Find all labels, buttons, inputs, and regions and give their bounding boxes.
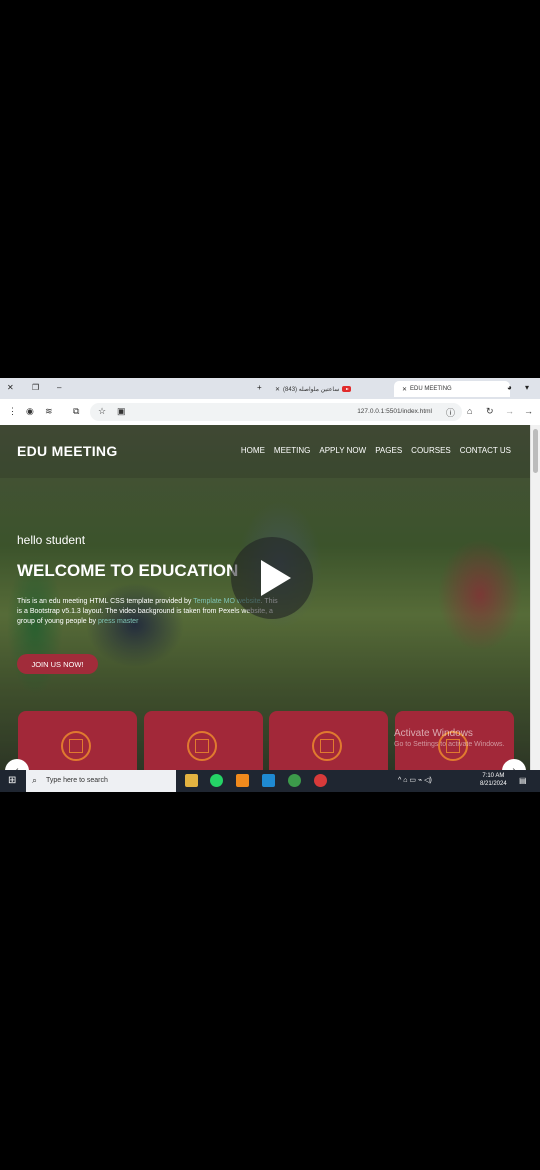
nav-contact-us[interactable]: CONTACT US — [460, 446, 511, 455]
vlc-icon[interactable] — [236, 774, 249, 787]
nav-pages[interactable]: PAGES — [375, 446, 402, 455]
windows-taskbar: ⊞ ⌕ Type here to search ^ ⌂ ▭ ⌁ ◁) 7:10 … — [0, 770, 540, 792]
service-card[interactable] — [144, 711, 263, 770]
extensions-icon[interactable]: ≋ — [45, 406, 53, 417]
taskbar-clock[interactable]: 7:10 AM 8/21/2024 — [480, 772, 507, 788]
greeting-text: hello student — [17, 533, 86, 547]
search-icon: ⌕ — [32, 775, 38, 785]
tab-edu-meeting[interactable]: ✕ EDU MEETING — [394, 381, 510, 397]
page-scrollbar[interactable] — [530, 425, 540, 770]
taskbar-search-box[interactable]: ⌕ Type here to search — [26, 770, 176, 792]
join-us-button[interactable]: JOIN US NOW! — [17, 654, 98, 674]
new-tab-icon[interactable]: + — [257, 383, 262, 392]
cast-icon[interactable]: ▣ — [117, 406, 126, 417]
search-placeholder: Type here to search — [46, 777, 108, 784]
service-icon — [61, 731, 91, 761]
nav-apply-now[interactable]: APPLY NOW — [319, 446, 366, 455]
browser-window: ✕ ❐ – + ✕ (843) ساعتين ملواصله ✕ EDU MEE… — [0, 378, 540, 792]
press-master-link[interactable]: press master — [98, 618, 138, 625]
video-play-icon[interactable] — [231, 537, 313, 619]
service-icon — [187, 731, 217, 761]
tab-youtube[interactable]: ✕ (843) ساعتين ملواصله — [275, 381, 352, 397]
system-tray-icons[interactable]: ^ ⌂ ▭ ⌁ ◁) — [398, 776, 432, 784]
nav-meeting[interactable]: MEETING — [274, 446, 310, 455]
site-info-icon[interactable]: ⓘ — [446, 406, 455, 419]
omnibox[interactable]: ☆ ▣ 127.0.0.1:5501/index.html ⓘ — [90, 403, 462, 421]
desc-text: This is an edu meeting HTML CSS template… — [17, 598, 194, 605]
service-card[interactable] — [269, 711, 388, 770]
chrome-icon[interactable] — [288, 774, 301, 787]
restore-window-icon[interactable]: ❐ — [32, 383, 39, 392]
site-logo[interactable]: EDU MEETING — [17, 443, 118, 459]
main-nav: HOME MEETING APPLY NOW PAGES COURSES CON… — [241, 446, 511, 455]
whatsapp-icon[interactable] — [210, 774, 223, 787]
activate-windows-subtitle: Go to Settings to activate Windows. — [394, 741, 505, 748]
globe-icon: ◕ — [507, 383, 512, 392]
youtube-icon — [342, 386, 352, 392]
web-page: EDU MEETING HOME MEETING APPLY NOW PAGES… — [0, 425, 531, 770]
tab-label: (843) ساعتين ملواصله — [283, 386, 340, 393]
tab-close-icon[interactable]: ✕ — [402, 386, 407, 393]
notification-icon[interactable]: ▤ — [519, 776, 527, 785]
minimize-window-icon[interactable]: – — [57, 383, 61, 392]
url-text: 127.0.0.1:5501/index.html — [357, 408, 432, 415]
close-window-icon[interactable]: ✕ — [7, 383, 14, 392]
tab-label: EDU MEETING — [410, 386, 452, 392]
app-icon[interactable] — [314, 774, 327, 787]
file-explorer-icon[interactable] — [185, 774, 198, 787]
vscode-icon[interactable] — [262, 774, 275, 787]
clock-date: 8/21/2024 — [480, 781, 507, 787]
hero-headline: WELCOME TO EDUCATION — [17, 561, 239, 580]
profile-icon[interactable]: ◉ — [26, 406, 34, 417]
tab-bar: ✕ ❐ – + ✕ (843) ساعتين ملواصله ✕ EDU MEE… — [0, 378, 540, 399]
activate-windows-title: Activate Windows — [394, 728, 473, 739]
nav-home[interactable]: HOME — [241, 446, 265, 455]
reload-icon[interactable]: ↻ — [486, 406, 494, 417]
nav-courses[interactable]: COURSES — [411, 446, 451, 455]
address-bar: ⋮ ◉ ≋ ⧉ ☆ ▣ 127.0.0.1:5501/index.html ⓘ … — [0, 399, 540, 426]
forward-icon[interactable]: → — [505, 406, 514, 416]
home-icon[interactable]: ⌂ — [467, 406, 472, 416]
site-header: EDU MEETING HOME MEETING APPLY NOW PAGES… — [0, 425, 531, 478]
share-icon[interactable]: ⧉ — [73, 406, 79, 417]
bookmark-star-icon[interactable]: ☆ — [98, 406, 106, 417]
service-card[interactable] — [18, 711, 137, 770]
windows-start-icon[interactable]: ⊞ — [8, 775, 16, 786]
back-icon[interactable]: → — [524, 406, 533, 416]
scrollbar-thumb[interactable] — [533, 429, 538, 473]
tab-search-icon[interactable]: ▾ — [525, 383, 529, 392]
service-icon — [312, 731, 342, 761]
clock-time: 7:10 AM — [482, 773, 505, 779]
menu-dots-icon[interactable]: ⋮ — [8, 406, 17, 417]
tab-close-icon[interactable]: ✕ — [275, 386, 280, 393]
